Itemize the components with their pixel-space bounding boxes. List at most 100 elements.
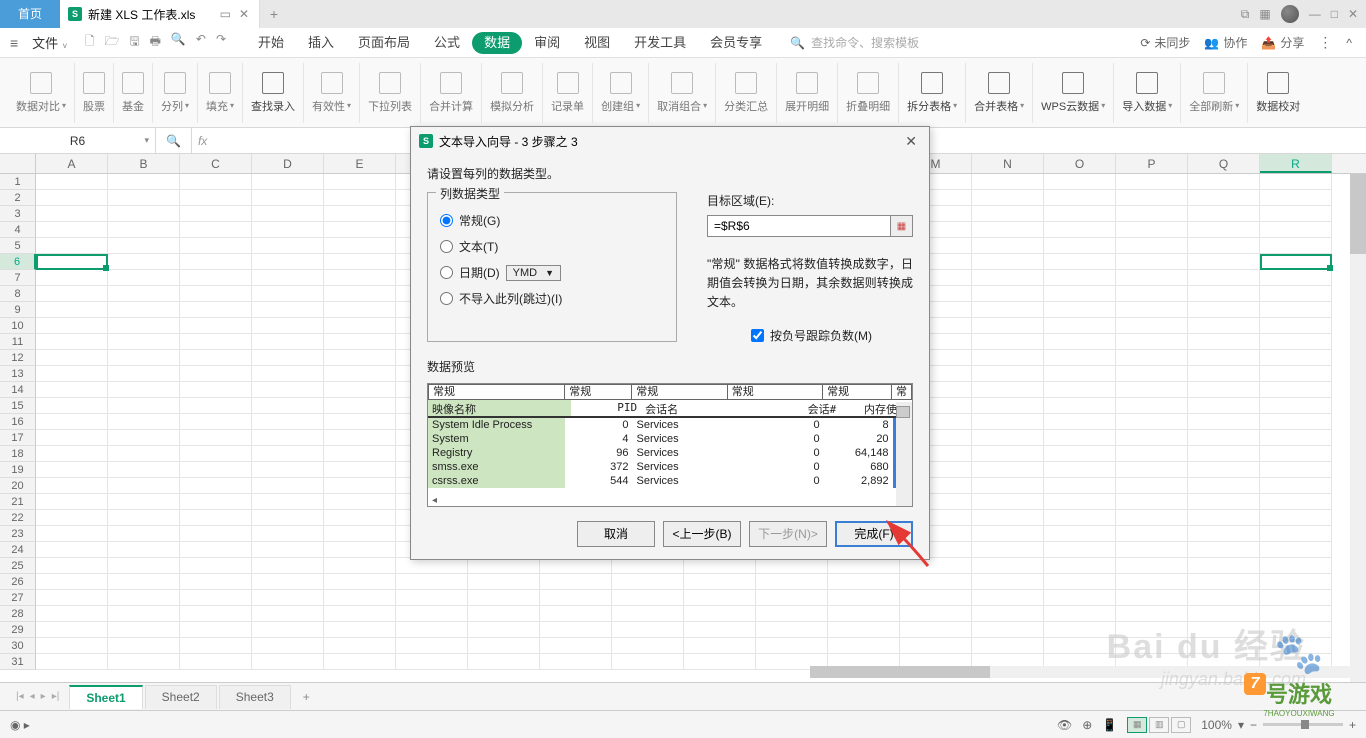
negative-tracking-checkbox[interactable]: 按负号跟踪负数(M) — [707, 327, 913, 344]
sheet-nav-last-icon[interactable]: ▸| — [52, 691, 60, 702]
ribbon-折叠明细[interactable]: 折叠明细 — [838, 63, 899, 123]
rowhead-26[interactable]: 26 — [0, 574, 36, 590]
ribbon-导入数据[interactable]: 导入数据▾ — [1114, 63, 1181, 123]
rowhead-16[interactable]: 16 — [0, 414, 36, 430]
rowhead-27[interactable]: 27 — [0, 590, 36, 606]
layout-toggle-icon[interactable]: ⧉ — [1241, 7, 1250, 22]
dialog-close-icon[interactable]: ✕ — [901, 133, 921, 150]
ribbon-记录单[interactable]: 记录单 — [543, 63, 593, 123]
phone-icon[interactable]: 📱 — [1102, 718, 1117, 732]
qat-print-icon[interactable]: 🖶 — [150, 32, 161, 53]
minimize-icon[interactable]: — — [1309, 7, 1321, 21]
rowhead-31[interactable]: 31 — [0, 654, 36, 670]
tab-数据[interactable]: 数据 — [472, 32, 522, 54]
rowhead-25[interactable]: 25 — [0, 558, 36, 574]
date-format-dropdown[interactable]: YMD ▼ — [506, 265, 561, 281]
record-icon[interactable]: ◉ ▸ — [10, 718, 30, 732]
rowhead-21[interactable]: 21 — [0, 494, 36, 510]
ribbon-取消组合[interactable]: 取消组合▾ — [649, 63, 716, 123]
colhead-B[interactable]: B — [108, 154, 180, 173]
sheet-nav-next-icon[interactable]: ▸ — [41, 691, 46, 702]
eye-icon[interactable]: 👁 — [1057, 718, 1072, 732]
colhead-D[interactable]: D — [252, 154, 324, 173]
qat-new-icon[interactable]: 🗋 — [85, 32, 95, 53]
back-button[interactable]: <上一步(B) — [663, 521, 741, 547]
colhead-N[interactable]: N — [972, 154, 1044, 173]
sync-button[interactable]: ⟳ 未同步 — [1140, 34, 1190, 51]
view-normal-icon[interactable]: ▦ — [1127, 717, 1147, 733]
qat-redo-icon[interactable]: ↷ — [216, 32, 226, 53]
cancel-button[interactable]: 取消 — [577, 521, 655, 547]
qat-preview-icon[interactable]: 🔍 — [171, 32, 186, 53]
ribbon-填充[interactable]: 填充▾ — [198, 63, 243, 123]
colhead-E[interactable]: E — [324, 154, 396, 173]
colhead-R[interactable]: R — [1260, 154, 1332, 173]
view-page-icon[interactable]: ▥ — [1149, 717, 1169, 733]
colhead-Q[interactable]: Q — [1188, 154, 1260, 173]
rowhead-7[interactable]: 7 — [0, 270, 36, 286]
ribbon-WPS云数据[interactable]: WPS云数据▾ — [1033, 63, 1114, 123]
colhead-P[interactable]: P — [1116, 154, 1188, 173]
qat-undo-icon[interactable]: ↶ — [196, 32, 206, 53]
ribbon-有效性[interactable]: 有效性▾ — [304, 63, 360, 123]
name-box[interactable]: R6▾ — [0, 128, 156, 153]
close-icon[interactable]: ✕ — [1348, 7, 1358, 21]
finish-button[interactable]: 完成(F) — [835, 521, 913, 547]
rowhead-5[interactable]: 5 — [0, 238, 36, 254]
colhead-O[interactable]: O — [1044, 154, 1116, 173]
radio-date[interactable]: 日期(D) YMD ▼ — [440, 264, 664, 281]
range-picker-icon[interactable]: ▦ — [890, 216, 912, 236]
ribbon-查找录入[interactable]: 查找录入 — [243, 63, 304, 123]
colhead-C[interactable]: C — [180, 154, 252, 173]
rowhead-14[interactable]: 14 — [0, 382, 36, 398]
ribbon-分列[interactable]: 分列▾ — [153, 63, 198, 123]
ribbon-合并计算[interactable]: 合并计算 — [421, 63, 482, 123]
tab-开发工具[interactable]: 开发工具 — [622, 28, 698, 58]
rowhead-22[interactable]: 22 — [0, 510, 36, 526]
ribbon-下拉列表[interactable]: 下拉列表 — [360, 63, 421, 123]
sheet-nav-prev-icon[interactable]: ◂ — [30, 691, 35, 702]
tab-preview-icon[interactable]: ▭ — [220, 7, 231, 21]
ribbon-创建组[interactable]: 创建组▾ — [593, 63, 649, 123]
rowhead-24[interactable]: 24 — [0, 542, 36, 558]
ribbon-模拟分析[interactable]: 模拟分析 — [482, 63, 543, 123]
file-menu[interactable]: 文件 v — [26, 33, 73, 52]
rowhead-20[interactable]: 20 — [0, 478, 36, 494]
rowhead-28[interactable]: 28 — [0, 606, 36, 622]
rowhead-8[interactable]: 8 — [0, 286, 36, 302]
rowhead-30[interactable]: 30 — [0, 638, 36, 654]
qat-save-icon[interactable]: 🖫 — [129, 32, 139, 53]
zoom-control[interactable]: 100% ▾ −+ — [1201, 718, 1356, 732]
ribbon-展开明细[interactable]: 展开明细 — [777, 63, 838, 123]
ribbon-数据对比[interactable]: 数据对比▾ — [8, 63, 75, 123]
rowhead-9[interactable]: 9 — [0, 302, 36, 318]
sheet-tab-Sheet2[interactable]: Sheet2 — [145, 685, 217, 709]
avatar[interactable] — [1281, 5, 1299, 23]
collapse-ribbon-icon[interactable]: ^ — [1346, 36, 1352, 50]
data-preview[interactable]: 常规常规常规常规常规常 映像名称PID会话名会话#内存使用 System Idl… — [427, 383, 913, 507]
rowhead-12[interactable]: 12 — [0, 350, 36, 366]
hamburger-icon[interactable]: ≡ — [10, 35, 18, 51]
radio-skip[interactable]: 不导入此列(跳过)(I) — [440, 290, 664, 307]
sheet-tab-Sheet1[interactable]: Sheet1 — [69, 685, 142, 709]
tab-页面布局[interactable]: 页面布局 — [346, 28, 422, 58]
vertical-scrollbar[interactable] — [1350, 174, 1366, 682]
view-break-icon[interactable]: ▢ — [1171, 717, 1191, 733]
tab-开始[interactable]: 开始 — [246, 28, 296, 58]
rowhead-6[interactable]: 6 — [0, 254, 36, 270]
ribbon-全部刷新[interactable]: 全部刷新▾ — [1181, 63, 1248, 123]
coop-button[interactable]: 👥 协作 — [1204, 34, 1247, 51]
rowhead-2[interactable]: 2 — [0, 190, 36, 206]
ribbon-股票[interactable]: 股票 — [75, 63, 114, 123]
document-tab[interactable]: S 新建 XLS 工作表.xls ▭ ✕ — [60, 0, 260, 28]
target-range-input[interactable]: ▦ — [707, 215, 913, 237]
ribbon-基金[interactable]: 基金 — [114, 63, 153, 123]
command-search[interactable]: 🔍 查找命令、搜索模板 — [790, 34, 919, 51]
tab-视图[interactable]: 视图 — [572, 28, 622, 58]
rowhead-19[interactable]: 19 — [0, 462, 36, 478]
share-button[interactable]: 📤 分享 — [1261, 34, 1304, 51]
ribbon-分类汇总[interactable]: 分类汇总 — [716, 63, 777, 123]
rowhead-23[interactable]: 23 — [0, 526, 36, 542]
rowhead-18[interactable]: 18 — [0, 446, 36, 462]
dialog-titlebar[interactable]: S 文本导入向导 - 3 步骤之 3 ✕ — [411, 127, 929, 155]
